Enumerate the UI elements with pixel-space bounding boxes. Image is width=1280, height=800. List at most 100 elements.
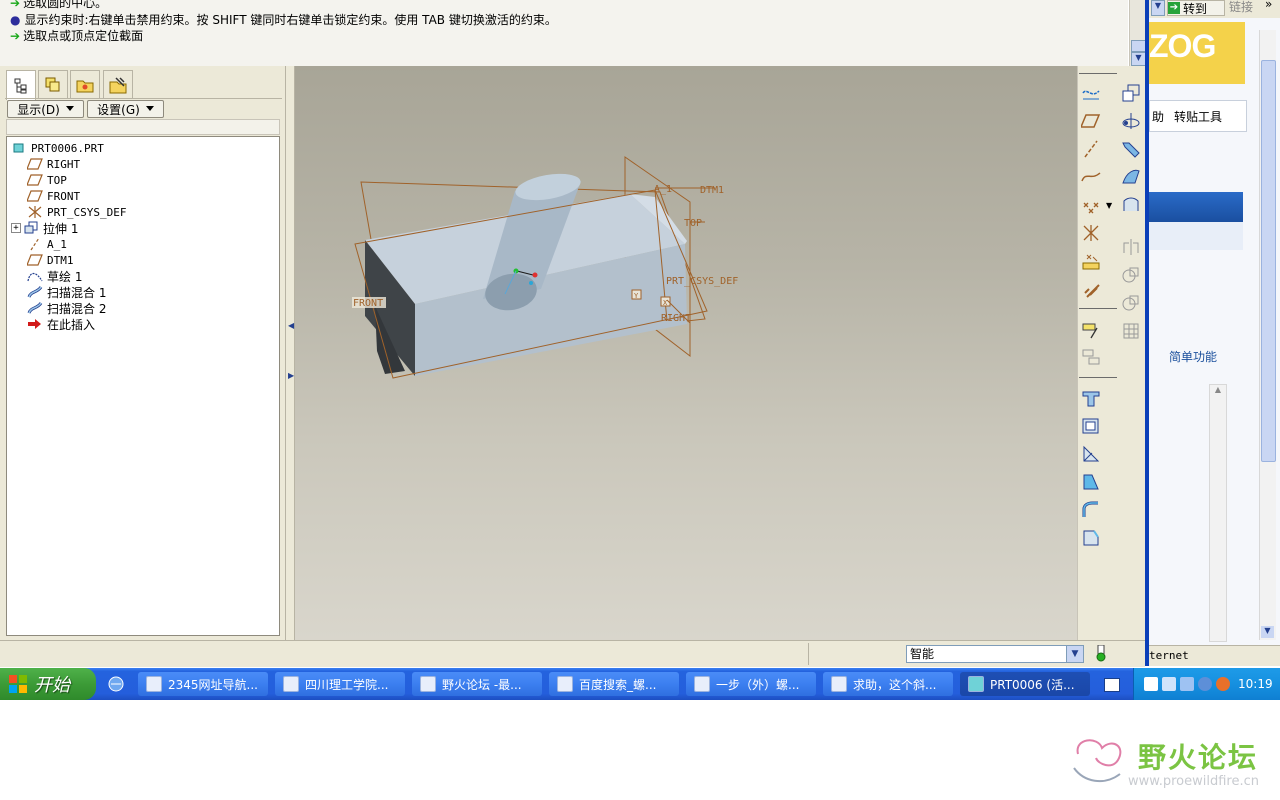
tree-column-header	[6, 119, 280, 135]
collapse-left-icon[interactable]: ◀	[288, 321, 294, 330]
tree-item-sketch[interactable]: 草绘 1	[27, 268, 82, 284]
draft-tool-icon[interactable]	[1079, 470, 1103, 494]
taskbar-item[interactable]: 一步（外）螺...	[686, 672, 816, 696]
site-banner[interactable]: ZOG	[1149, 22, 1245, 84]
paste-tools-link[interactable]: 转贴工具	[1174, 108, 1222, 125]
taskbar-item[interactable]: 四川理工学院...	[275, 672, 405, 696]
extrude-tool-icon[interactable]	[1119, 81, 1143, 105]
help-link[interactable]: 助	[1152, 108, 1164, 125]
tab-favorites[interactable]	[103, 70, 133, 98]
more-chevron-icon[interactable]: »	[1265, 0, 1272, 11]
csys-tool-icon[interactable]	[1079, 221, 1103, 245]
datum-plane-tool-icon[interactable]	[1079, 109, 1103, 133]
taskbar-item[interactable]: 百度搜索_螺...	[549, 672, 679, 696]
watermark-url: www.proewildfire.cn	[1128, 774, 1259, 789]
chevron-down-icon[interactable]: ▼	[1066, 646, 1083, 662]
taskbar-item-active[interactable]: PRT0006 (活...	[960, 672, 1090, 696]
panel-splitter[interactable]: ◀ ▶	[285, 66, 295, 640]
tree-item-label: A_1	[47, 237, 67, 251]
dropdown-arrow-icon[interactable]: ▼	[1106, 201, 1112, 210]
taskbar-item[interactable]: 求助，这个斜...	[823, 672, 953, 696]
keyboard-icon[interactable]	[1104, 678, 1120, 692]
tree-item-top[interactable]: TOP	[27, 172, 67, 188]
model-tree: PRT0006.PRT RIGHT TOP FRONT PRT_CSYS_DEF…	[6, 136, 280, 636]
sketch-tool-icon[interactable]	[1079, 81, 1103, 105]
datum-axis-icon	[27, 237, 43, 251]
firefox-icon[interactable]	[1216, 677, 1230, 691]
tree-item-right[interactable]: RIGHT	[27, 156, 80, 172]
inner-scrollbar[interactable]: ▲	[1209, 384, 1227, 642]
sketch-ref-point[interactable]	[532, 272, 538, 278]
tray-icon[interactable]	[1180, 677, 1194, 691]
tab-model-tree[interactable]	[6, 70, 36, 100]
selection-filter-select[interactable]: 智能 ▼	[906, 645, 1084, 663]
chain-link-icon[interactable]	[1079, 277, 1103, 301]
model-canvas[interactable]: A_1 DTM1 TOP PRT_CSYS_DEF RIGHT FRONT Y …	[295, 66, 1077, 640]
datum-curve-tool-icon[interactable]	[1079, 165, 1103, 189]
intersect-tool-icon[interactable]	[1119, 291, 1143, 315]
expand-icon[interactable]: +	[11, 223, 21, 233]
proe-icon	[968, 676, 984, 692]
chamfer-tool-icon[interactable]	[1079, 526, 1103, 550]
tree-item-swept-blend-1[interactable]: 扫描混合 1	[27, 284, 106, 300]
tree-item-swept-blend-2[interactable]: 扫描混合 2	[27, 300, 106, 316]
mirror-tool-icon[interactable]	[1119, 235, 1143, 259]
blend-tool-icon[interactable]	[1119, 165, 1143, 189]
tree-item-label: TOP	[47, 173, 67, 187]
pattern-tool-icon[interactable]	[1119, 319, 1143, 343]
graphics-viewport[interactable]: A_1 DTM1 TOP PRT_CSYS_DEF RIGHT FRONT Y …	[295, 66, 1077, 640]
chevron-down-icon[interactable]: ▼	[1151, 0, 1165, 16]
tree-item-part[interactable]: PRT0006.PRT	[11, 140, 104, 156]
tree-item-label: 在此插入	[47, 317, 96, 332]
message-area: ➔ 选取圆的中心。 ● 显示约束时:右键单击禁用约束。按 SHIFT 键同时右键单击…	[0, 0, 1128, 67]
tree-item-csys[interactable]: PRT_CSYS_DEF	[27, 204, 126, 220]
status-bar: 智能 ▼	[0, 640, 1145, 667]
tree-item-front[interactable]: FRONT	[27, 188, 80, 204]
swept-blend-icon	[27, 301, 43, 315]
copy-feature-icon[interactable]	[1079, 346, 1103, 370]
tab-layers[interactable]	[38, 70, 68, 98]
sweep-tool-icon[interactable]	[1119, 137, 1143, 161]
analysis-feature-icon[interactable]	[1079, 249, 1103, 273]
tray-icon[interactable]	[1162, 677, 1176, 691]
tree-item-extrude[interactable]: + 拉伸 1	[11, 220, 78, 236]
message-scrollbar[interactable]: ▼	[1129, 0, 1146, 66]
shell-tool-icon[interactable]	[1079, 414, 1103, 438]
datum-axis-tool-icon[interactable]	[1079, 137, 1103, 161]
goto-button[interactable]: ➔ 转到	[1167, 0, 1225, 16]
display-menu-button[interactable]: 显示(D)	[7, 100, 84, 118]
taskbar-item[interactable]: 野火论坛 -最...	[412, 672, 542, 696]
site-logo: ZOG	[1149, 28, 1216, 64]
taskbar-item[interactable]: 2345网址导航...	[138, 672, 268, 696]
tray-icon[interactable]	[1198, 677, 1212, 691]
start-button[interactable]: 开始	[0, 668, 96, 700]
tree-item-axis[interactable]: A_1	[27, 236, 67, 252]
swept-blend-icon	[27, 285, 43, 299]
message-line: ➔ 选取点或顶点定位截面	[10, 29, 144, 43]
tray-icon[interactable]	[1144, 677, 1158, 691]
merge-tool-icon[interactable]	[1119, 263, 1143, 287]
datum-plane-icon	[27, 253, 43, 267]
rib-tool-icon[interactable]	[1079, 442, 1103, 466]
browser-scrollbar[interactable]: ▼	[1259, 30, 1276, 640]
datum-plane-icon	[27, 173, 43, 187]
ie-icon	[283, 676, 299, 692]
tree-item-dtm1[interactable]: DTM1	[27, 252, 74, 268]
hole-tool-icon[interactable]	[1079, 386, 1103, 410]
round-tool-icon[interactable]	[1079, 498, 1103, 522]
status-light-icon	[1094, 644, 1108, 666]
insert-arrow-icon	[27, 317, 43, 331]
quick-launch-ie-icon[interactable]	[108, 676, 124, 695]
tree-item-insert-here[interactable]: 在此插入	[27, 316, 95, 332]
navigator-panel: 显示(D) 设置(G) PRT0006.PRT RIGHT TOP FRONT …	[0, 66, 285, 640]
expand-right-icon[interactable]: ▶	[288, 371, 294, 380]
links-label[interactable]: 链接	[1229, 0, 1253, 15]
revolve-tool-icon[interactable]	[1119, 109, 1143, 133]
tab-folder-browser[interactable]	[70, 70, 100, 98]
boundary-blend-icon[interactable]	[1119, 193, 1143, 217]
simple-function-link[interactable]: 简单功能	[1169, 348, 1217, 365]
insert-sketch-icon[interactable]	[1079, 318, 1103, 342]
settings-menu-button[interactable]: 设置(G)	[87, 100, 164, 118]
clock[interactable]: 10:19	[1238, 677, 1273, 691]
datum-point-tool-icon[interactable]	[1079, 193, 1103, 217]
